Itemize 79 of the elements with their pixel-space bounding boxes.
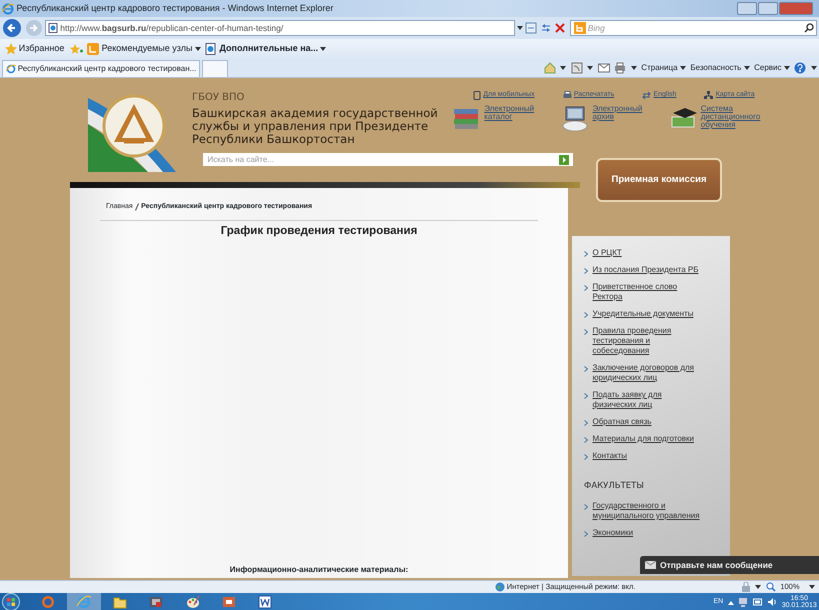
close-button[interactable] <box>778 2 813 15</box>
mail-icon <box>644 561 656 569</box>
bullet-icon <box>584 504 588 510</box>
window-title: Республиканский центр кадрового тестирования - Windows Internet Explorer <box>16 2 334 15</box>
academy-name: Башкирская академия государственной службы и управления при Президенте Республики Башкортостан <box>192 107 439 146</box>
sidebar-link[interactable]: Из послания Президента РБ <box>592 265 698 275</box>
bullet-icon <box>584 312 588 318</box>
globe-icon <box>494 582 504 592</box>
printer-icon <box>562 90 572 100</box>
protected-mode-icon[interactable] <box>740 582 751 592</box>
swap-icon <box>642 90 652 100</box>
back-button[interactable] <box>2 18 22 38</box>
sitemap-icon <box>704 90 714 100</box>
search-icon <box>804 23 814 33</box>
mail-icon[interactable] <box>598 63 610 73</box>
sidebar-link[interactable]: Правила проведения тестирования и собеседования <box>592 326 704 356</box>
sidebar-link[interactable]: Подать заявку для физических лиц <box>592 390 704 410</box>
breadcrumb-separator-icon <box>134 203 139 212</box>
favorites-item[interactable]: Дополнительные на... <box>205 42 326 56</box>
start-button[interactable] <box>2 593 20 610</box>
bullet-icon <box>584 420 588 426</box>
browser-icon <box>76 595 91 609</box>
printer-icon[interactable] <box>614 62 626 74</box>
sidebar-link[interactable]: Экономики <box>592 528 634 538</box>
page-heading: График проведения тестирования <box>220 224 418 238</box>
command-menu[interactable]: Сервис <box>754 62 790 74</box>
archive-icon <box>560 105 590 131</box>
zoom-icon[interactable] <box>766 582 776 592</box>
film-icon <box>149 595 164 609</box>
sidebar-link[interactable]: Государственного и муниципального управления <box>592 500 704 521</box>
bullet-icon <box>584 285 588 291</box>
bullet-icon <box>584 329 588 335</box>
sidebar-link[interactable]: Учредительные документы <box>592 309 694 319</box>
browser-icon <box>2 2 14 14</box>
browser-tab[interactable]: Республиканский центр кадрового тестирован... <box>2 60 200 77</box>
page-icon <box>48 23 58 33</box>
palette-icon <box>186 595 200 609</box>
page-icon <box>205 43 218 55</box>
bullet-icon <box>584 437 588 443</box>
sidebar-link[interactable]: Контакты <box>592 451 628 461</box>
network-icon[interactable] <box>738 597 748 607</box>
organization-type: ГБОУ ВПО <box>192 91 246 105</box>
browser-icon <box>6 64 16 74</box>
address-field[interactable]: http://www.bagsurb.ru/republican-center-of-human-testing/ <box>44 20 515 36</box>
star-icon <box>4 43 16 55</box>
bullet-icon <box>584 454 588 460</box>
slides-icon <box>222 595 236 609</box>
command-menu[interactable]: Страница <box>641 62 686 74</box>
bullet-icon <box>584 366 588 372</box>
bullet-icon <box>584 530 588 537</box>
admission-button[interactable]: Приемная комиссия <box>596 158 722 202</box>
stop-icon[interactable] <box>554 22 566 34</box>
maximize-button[interactable] <box>758 2 778 15</box>
folder-icon <box>113 595 127 609</box>
volume-icon[interactable] <box>767 597 778 607</box>
search-provider-icon <box>574 22 586 34</box>
section-heading: Информационно-аналитические материалы: <box>228 564 410 576</box>
sidebar-link[interactable]: Материалы для подготовки <box>592 434 694 444</box>
document-icon <box>258 595 272 609</box>
bullet-icon <box>584 393 588 399</box>
sidebar-link[interactable]: Заключение договоров для юридических лиц <box>592 363 704 383</box>
sidebar-heading: ФАКУЛЬТЕТЫ <box>584 480 645 493</box>
sidebar-link[interactable]: О РЦКТ <box>592 248 622 258</box>
tray-expand-icon[interactable] <box>728 600 734 604</box>
browser-icon <box>40 595 54 609</box>
bullet-icon <box>584 268 588 274</box>
feedback-widget[interactable]: Отправьте нам сообщение <box>640 556 819 574</box>
minimize-button[interactable] <box>736 2 757 15</box>
search-go-button[interactable] <box>558 154 568 164</box>
sidebar-link[interactable]: Приветственное слово Ректора <box>592 282 704 302</box>
favorites-item[interactable]: Рекомендуемые узлы <box>87 42 201 56</box>
home-icon[interactable] <box>544 62 556 74</box>
favorites-item[interactable]: Избранное <box>4 42 64 56</box>
help-icon[interactable] <box>794 62 806 74</box>
sidebar-link[interactable]: Обратная связь <box>592 417 652 427</box>
bullet-icon <box>584 251 588 257</box>
phone-icon <box>472 90 481 100</box>
add-favorites-icon[interactable] <box>68 43 83 55</box>
command-menu[interactable]: Безопасность <box>690 62 750 74</box>
